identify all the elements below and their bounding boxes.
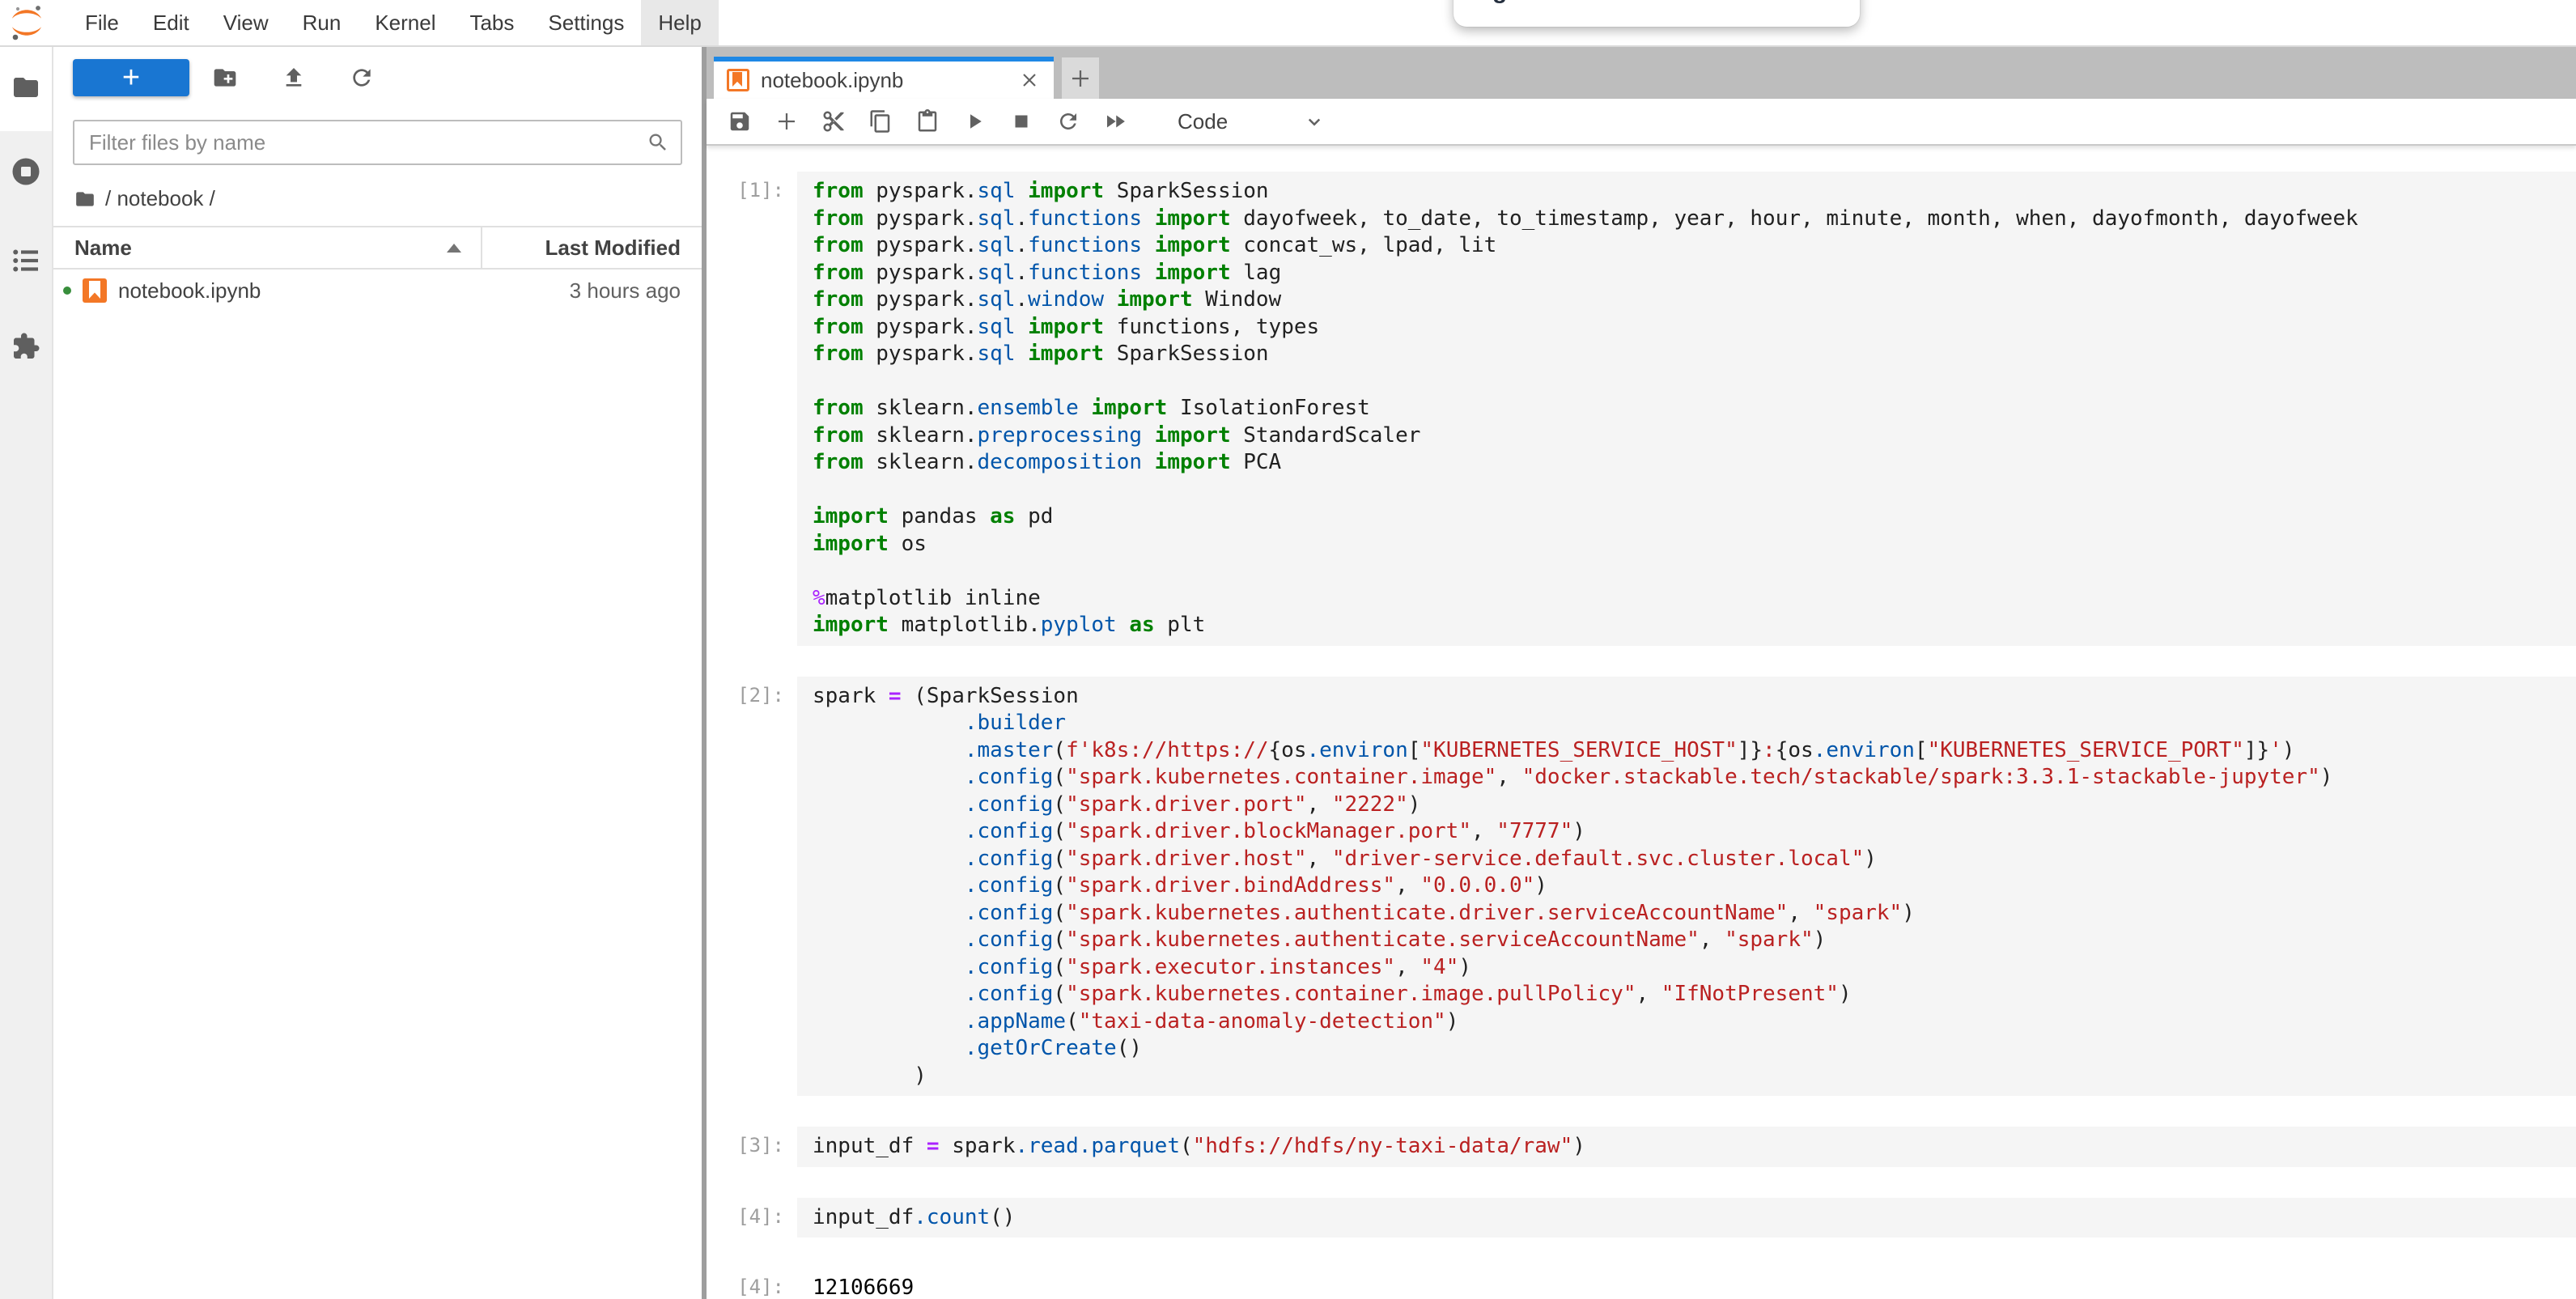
- name-column-label: Name: [74, 236, 132, 261]
- close-tab-icon[interactable]: [1018, 69, 1041, 91]
- table-of-contents-icon[interactable]: [11, 246, 40, 275]
- search-icon: [647, 131, 669, 154]
- home-folder-icon[interactable]: [74, 189, 95, 210]
- menu-item-run[interactable]: Run: [286, 0, 359, 45]
- filter-box: [73, 120, 682, 165]
- file-list-header: Name Last Modified: [53, 226, 702, 270]
- stop-kernel-icon[interactable]: [1009, 109, 1033, 134]
- cell-prompt: [2]:: [707, 677, 797, 1097]
- tab-notebook[interactable]: notebook.ipynb: [714, 57, 1054, 99]
- breadcrumb[interactable]: / notebook /: [74, 186, 702, 211]
- menu-item-help[interactable]: Help: [641, 0, 718, 45]
- notebook-file-icon: [83, 278, 107, 303]
- menu-item-edit[interactable]: Edit: [136, 0, 206, 45]
- file-last-modified: 3 hours ago: [570, 278, 702, 304]
- menu-item-view[interactable]: View: [206, 0, 286, 45]
- save-icon[interactable]: [728, 109, 752, 134]
- menu-item-file[interactable]: File: [68, 0, 136, 45]
- menu-bar: FileEditViewRunKernelTabsSettingsHelp: [0, 0, 2576, 47]
- code-cell: [4]:input_df.count(): [707, 1198, 2576, 1238]
- code-cell: [2]:spark = (SparkSession .builder .mast…: [707, 677, 2576, 1097]
- refresh-icon[interactable]: [349, 65, 375, 91]
- paste-cells-icon[interactable]: [915, 109, 940, 134]
- workspace: + / notebook / Name Last Modified notebo…: [0, 47, 2576, 1299]
- cell-prompt: [1]:: [707, 172, 797, 646]
- file-browser-toolbar: +: [53, 58, 702, 97]
- code-cell: [3]:input_df = spark.read.parquet("hdfs:…: [707, 1127, 2576, 1167]
- browser-permission-popup: github.com: [1454, 0, 1860, 27]
- file-browser-icon[interactable]: [11, 73, 40, 102]
- new-folder-icon[interactable]: [212, 65, 238, 91]
- output-cell: [4]:12106669: [707, 1268, 2576, 1299]
- filter-files-input[interactable]: [87, 129, 647, 156]
- file-name: notebook.ipynb: [118, 278, 261, 304]
- upload-icon[interactable]: [281, 65, 307, 91]
- file-row[interactable]: notebook.ipynb 3 hours ago: [53, 270, 702, 312]
- cell-prompt: [3]:: [707, 1127, 797, 1167]
- jupyter-logo: [11, 0, 47, 45]
- running-status-dot: [63, 287, 71, 295]
- column-header-name[interactable]: Name: [53, 236, 481, 261]
- extensions-icon[interactable]: [11, 332, 40, 361]
- new-launcher-button[interactable]: +: [73, 59, 189, 96]
- run-cell-icon[interactable]: [962, 109, 987, 134]
- notebook-content: [1]:from pyspark.sql import SparkSession…: [707, 146, 2576, 1299]
- menu-item-tabs[interactable]: Tabs: [452, 0, 531, 45]
- cell-editor[interactable]: spark = (SparkSession .builder .master(f…: [797, 677, 2576, 1097]
- tab-title: notebook.ipynb: [761, 68, 903, 93]
- breadcrumb-path: / notebook /: [105, 186, 215, 211]
- jupyterlab-window: { "menu_bar": { "items": ["File", "Edit"…: [0, 0, 2576, 1299]
- cell-type-dropdown[interactable]: Code: [1178, 109, 1228, 134]
- cell-editor[interactable]: input_df.count(): [797, 1198, 2576, 1238]
- code-cell: [1]:from pyspark.sql import SparkSession…: [707, 172, 2576, 646]
- popup-site-label: github.com: [1492, 0, 1623, 5]
- cell-editor[interactable]: input_df = spark.read.parquet("hdfs://hd…: [797, 1127, 2576, 1167]
- sort-ascending-icon[interactable]: [447, 244, 461, 253]
- left-activity-bar: [0, 47, 53, 1299]
- column-header-last-modified[interactable]: Last Modified: [482, 236, 702, 261]
- notebook-tab-icon: [727, 69, 749, 91]
- menu-item-kernel[interactable]: Kernel: [358, 0, 452, 45]
- menu-item-settings[interactable]: Settings: [531, 0, 641, 45]
- restart-kernel-icon[interactable]: [1056, 109, 1080, 134]
- cell-prompt: [4]:: [707, 1268, 797, 1299]
- new-tab-button[interactable]: [1062, 57, 1099, 99]
- cell-output-area: 12106669: [797, 1268, 2576, 1299]
- running-kernels-icon[interactable]: [11, 157, 40, 186]
- restart-run-all-icon[interactable]: [1103, 109, 1127, 134]
- file-browser-panel: + / notebook / Name Last Modified notebo…: [53, 47, 707, 1299]
- tab-bar: notebook.ipynb: [707, 47, 2576, 99]
- cell-editor[interactable]: from pyspark.sql import SparkSession fro…: [797, 172, 2576, 646]
- plus-icon: [1068, 66, 1093, 91]
- main-dock-panel: notebook.ipynb Code [1]:from pyspark.sql…: [707, 47, 2576, 1299]
- cell-prompt: [4]:: [707, 1198, 797, 1238]
- menu-items: FileEditViewRunKernelTabsSettingsHelp: [68, 0, 719, 45]
- add-cell-icon[interactable]: [774, 109, 799, 134]
- cut-cells-icon[interactable]: [821, 109, 846, 134]
- notebook-toolbar: Code: [707, 99, 2576, 146]
- chevron-down-icon[interactable]: [1302, 109, 1326, 134]
- copy-cells-icon[interactable]: [868, 109, 893, 134]
